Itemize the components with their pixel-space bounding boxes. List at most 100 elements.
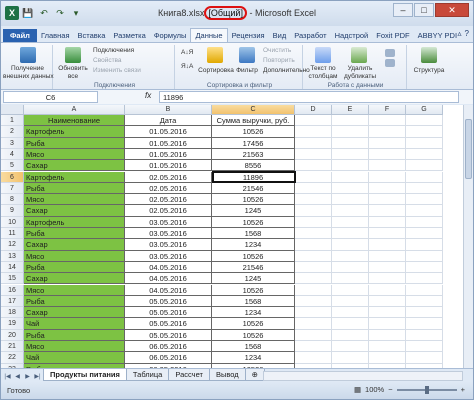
insert-function-icon[interactable]: fx (145, 91, 151, 100)
outline-icon[interactable] (421, 47, 437, 63)
reapply-button[interactable]: Повторить (263, 57, 295, 64)
table-cell[interactable] (295, 194, 332, 206)
table-cell[interactable]: Сахар (24, 273, 125, 285)
header-cell[interactable]: Наименование (24, 115, 125, 127)
table-cell[interactable]: 1234 (212, 239, 295, 251)
sort-icon[interactable] (207, 47, 223, 63)
edit-links-button[interactable]: Изменить связи (93, 67, 141, 74)
table-cell[interactable] (295, 148, 332, 161)
table-cell[interactable] (295, 284, 332, 296)
column-header[interactable]: C (212, 105, 295, 115)
prev-sheet-icon[interactable]: ◀ (13, 371, 22, 381)
table-cell[interactable] (295, 329, 332, 341)
ribbon-tab[interactable]: Вставка (74, 29, 110, 42)
table-cell[interactable]: 1568 (212, 228, 295, 240)
table-cell[interactable]: 04.05.2016 (125, 261, 212, 274)
table-cell[interactable] (369, 273, 406, 285)
header-cell[interactable] (295, 115, 332, 127)
row-header[interactable]: 2 (1, 126, 24, 138)
table-cell[interactable] (332, 148, 369, 161)
table-cell[interactable] (369, 216, 406, 228)
table-cell[interactable]: Чай (24, 318, 125, 330)
properties-button[interactable]: Свойства (93, 57, 122, 64)
table-cell[interactable] (406, 194, 443, 206)
table-cell[interactable] (369, 284, 406, 296)
outline-button[interactable]: Структура (409, 67, 449, 75)
table-cell[interactable] (295, 318, 332, 330)
table-cell[interactable] (369, 318, 406, 330)
table-cell[interactable] (369, 261, 406, 274)
table-cell[interactable]: 01.05.2016 (125, 126, 212, 138)
ribbon-tab[interactable]: Формулы (150, 29, 191, 42)
close-button[interactable]: ✕ (435, 3, 469, 17)
row-header[interactable]: 1 (1, 115, 24, 127)
help-icon[interactable]: ? (465, 29, 469, 38)
table-cell[interactable]: 10526 (212, 194, 295, 206)
table-cell[interactable] (295, 261, 332, 274)
table-cell[interactable]: Сахар (24, 160, 125, 172)
table-cell[interactable] (332, 126, 369, 138)
table-cell[interactable]: 21546 (212, 261, 295, 274)
worksheet-grid[interactable]: A B C D E F G 1 Наименование Дата Сумма выручки, р… (1, 105, 473, 368)
table-cell[interactable] (295, 126, 332, 138)
column-header[interactable]: B (125, 105, 212, 115)
table-cell[interactable] (295, 137, 332, 149)
connections-button[interactable]: Подключения (93, 47, 134, 54)
row-header[interactable]: 6 (1, 171, 24, 183)
table-cell[interactable] (295, 273, 332, 285)
ribbon-tab[interactable]: Главная (37, 29, 74, 42)
row-header[interactable]: 8 (1, 194, 24, 206)
table-cell[interactable] (332, 216, 369, 228)
header-cell[interactable] (406, 115, 443, 127)
table-cell[interactable]: 02.05.2016 (125, 171, 212, 183)
table-cell[interactable]: 1245 (212, 273, 295, 285)
table-cell[interactable]: 05.05.2016 (125, 318, 212, 330)
table-cell[interactable] (406, 126, 443, 138)
table-cell[interactable]: 04.05.2016 (125, 273, 212, 285)
horizontal-scrollbar[interactable] (263, 371, 463, 381)
table-cell[interactable]: Сахар (24, 239, 125, 251)
ribbon-tab[interactable]: Рецензия (228, 29, 269, 42)
table-cell[interactable]: 02.05.2016 (125, 205, 212, 217)
remove-duplicates-button[interactable]: Удалить дубликаты (341, 65, 379, 81)
table-cell[interactable] (369, 295, 406, 308)
header-cell[interactable] (332, 115, 369, 127)
refresh-all-button[interactable]: Обновить все (55, 65, 91, 81)
ribbon-tab[interactable]: Файл (3, 29, 37, 42)
table-cell[interactable]: Рыба (24, 295, 125, 308)
table-cell[interactable]: 01.05.2016 (125, 137, 212, 149)
ribbon-tab[interactable]: Разметка (109, 29, 149, 42)
row-header[interactable]: 17 (1, 295, 24, 308)
table-cell[interactable]: Мясо (24, 341, 125, 353)
table-cell[interactable]: 01.05.2016 (125, 148, 212, 161)
zoom-slider[interactable] (396, 385, 457, 394)
column-header[interactable]: F (369, 105, 406, 115)
table-cell[interactable] (406, 352, 443, 364)
table-cell[interactable]: Сахар (24, 307, 125, 319)
table-cell[interactable] (369, 194, 406, 206)
filter-icon[interactable] (239, 47, 255, 63)
table-cell[interactable]: Картофель (24, 126, 125, 138)
table-cell[interactable]: 1568 (212, 295, 295, 308)
ribbon-collapse-icon[interactable]: ▵ (458, 29, 462, 38)
table-cell[interactable] (295, 250, 332, 262)
table-cell[interactable] (369, 239, 406, 251)
row-header[interactable]: 12 (1, 239, 24, 251)
table-cell[interactable] (406, 216, 443, 228)
table-cell[interactable]: 10526 (212, 318, 295, 330)
table-cell[interactable] (332, 137, 369, 149)
zoom-level[interactable]: 100% (365, 385, 384, 394)
table-cell[interactable]: 1568 (212, 341, 295, 353)
table-cell[interactable] (369, 182, 406, 195)
table-cell[interactable] (332, 273, 369, 285)
table-cell[interactable] (295, 239, 332, 251)
table-cell[interactable] (295, 228, 332, 240)
vertical-scrollbar[interactable] (463, 105, 473, 368)
table-cell[interactable] (406, 307, 443, 319)
table-cell[interactable]: 03.05.2016 (125, 239, 212, 251)
table-cell[interactable]: 06.05.2016 (125, 352, 212, 364)
column-header[interactable]: D (295, 105, 332, 115)
formula-input[interactable]: 11896 (159, 91, 459, 103)
refresh-all-icon[interactable] (65, 47, 81, 63)
row-header[interactable]: 5 (1, 160, 24, 172)
